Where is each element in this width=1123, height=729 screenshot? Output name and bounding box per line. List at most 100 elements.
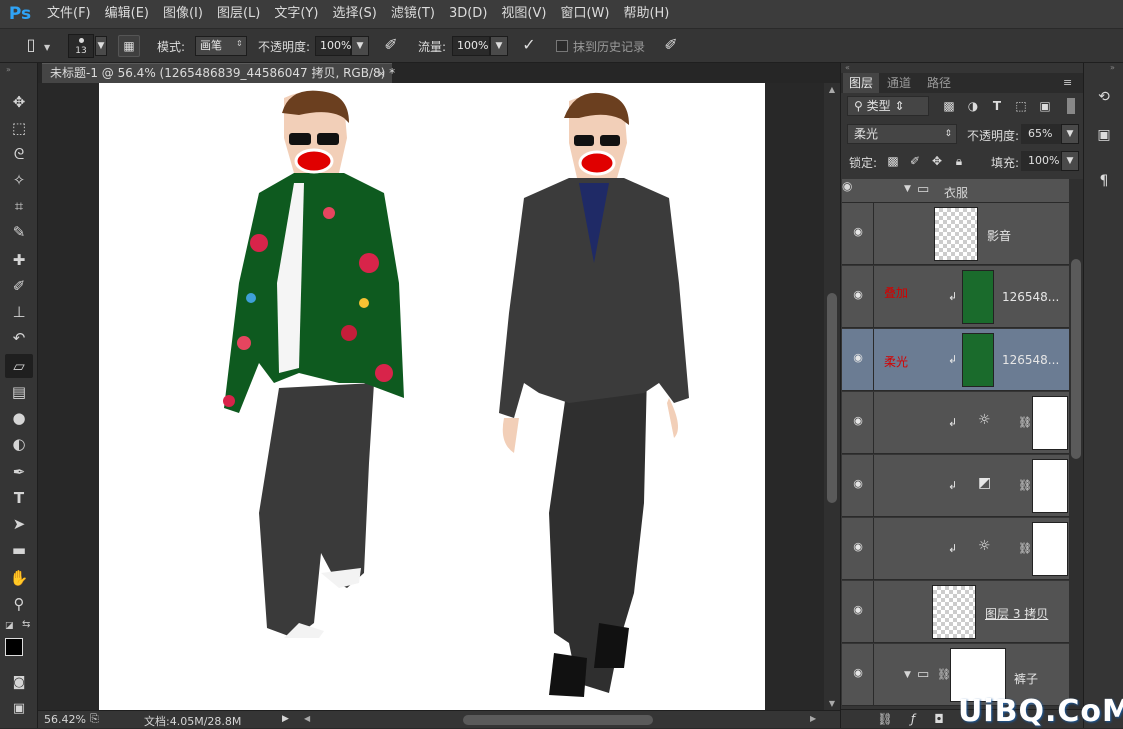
flow-input[interactable]: 100%: [452, 36, 490, 56]
type-tool-icon[interactable]: T: [5, 486, 33, 510]
filter-shape-icon[interactable]: ⬚: [1013, 98, 1029, 114]
zoom-level[interactable]: 56.42%: [44, 713, 86, 726]
menu-image[interactable]: 图像(I): [156, 0, 210, 28]
visibility-eye-icon[interactable]: ◉: [851, 415, 865, 426]
tool-preset-dropdown-icon[interactable]: ▼: [44, 43, 50, 52]
filter-type-icon[interactable]: T: [989, 98, 1005, 114]
blend-mode-select[interactable]: 柔光 ⇕: [847, 124, 957, 144]
marquee-tool-icon[interactable]: ⬚: [5, 116, 33, 140]
vertical-scroll-thumb[interactable]: [827, 293, 837, 503]
layers-scrollbar[interactable]: [1069, 179, 1083, 709]
filter-smart-object-icon[interactable]: ▣: [1037, 98, 1053, 114]
layer-row[interactable]: ◉ ↲ ◩ ⛓: [842, 455, 1069, 517]
status-menu-arrow-icon[interactable]: ▶: [282, 714, 289, 724]
dodge-tool-icon[interactable]: ◐: [5, 432, 33, 456]
menu-3d[interactable]: 3D(D): [442, 0, 494, 28]
flow-dropdown[interactable]: ▼: [490, 36, 508, 56]
tab-layers[interactable]: 图层: [843, 73, 880, 93]
filter-toggle[interactable]: [1067, 98, 1075, 114]
add-mask-icon[interactable]: ◘: [931, 711, 947, 727]
tab-paths[interactable]: 路径: [921, 73, 957, 93]
scroll-up-icon[interactable]: ▲: [824, 85, 840, 94]
zoom-tool-icon[interactable]: ⚲: [5, 592, 33, 616]
eraser-tool-preset-icon[interactable]: ▯: [20, 35, 42, 57]
menu-edit[interactable]: 编辑(E): [98, 0, 156, 28]
lock-transparent-icon[interactable]: ▩: [885, 153, 901, 169]
visibility-eye-icon[interactable]: ◉: [842, 179, 852, 193]
menu-file[interactable]: 文件(F): [40, 0, 98, 28]
lock-position-icon[interactable]: ✥: [929, 153, 945, 169]
scroll-down-icon[interactable]: ▼: [824, 699, 840, 708]
gradient-tool-icon[interactable]: ▤: [5, 380, 33, 404]
character-panel-icon[interactable]: ¶: [1094, 171, 1114, 191]
magic-wand-tool-icon[interactable]: ✧: [5, 168, 33, 192]
tab-channels[interactable]: 通道: [881, 73, 917, 93]
scroll-left-icon[interactable]: ◀: [304, 714, 310, 723]
quick-mask-icon[interactable]: ◙: [5, 671, 33, 695]
visibility-eye-icon[interactable]: ◉: [851, 541, 865, 552]
menu-window[interactable]: 窗口(W): [553, 0, 616, 28]
close-tab-icon[interactable]: ×: [377, 64, 386, 83]
fill-dropdown[interactable]: ▼: [1061, 151, 1079, 171]
screen-mode-icon[interactable]: ▣: [5, 697, 33, 721]
brush-picker-dropdown[interactable]: ▼: [95, 36, 107, 56]
opacity-dropdown[interactable]: ▼: [351, 36, 369, 56]
group-expand-icon[interactable]: ▼: [904, 670, 911, 680]
toolbox-collapse-icon[interactable]: »: [6, 65, 11, 74]
pen-tool-icon[interactable]: ✒: [5, 460, 33, 484]
panel-collapse-icon[interactable]: «: [845, 63, 850, 72]
properties-panel-icon[interactable]: ▣: [1094, 125, 1114, 145]
layer-row[interactable]: ◉ ↲ ☼ ⛓: [842, 392, 1069, 454]
menu-select[interactable]: 选择(S): [325, 0, 383, 28]
layer-opacity-dropdown[interactable]: ▼: [1061, 124, 1079, 144]
filter-kind-select[interactable]: ⚲ 类型 ⇕: [847, 96, 929, 116]
layer-row[interactable]: ◉ 叠加 ↲ 126548...: [842, 266, 1069, 328]
lock-image-icon[interactable]: ✐: [907, 153, 923, 169]
filter-pixel-icon[interactable]: ▩: [941, 98, 957, 114]
rectangle-tool-icon[interactable]: ▬: [5, 538, 33, 562]
default-colors-icon[interactable]: ◪: [5, 621, 14, 631]
layer-group-clothes[interactable]: ◉ ▼ ▭ 衣服: [842, 179, 1069, 203]
mask-link-icon[interactable]: ⛓: [1018, 542, 1032, 555]
visibility-eye-icon[interactable]: ◉: [851, 667, 865, 678]
layer-opacity-input[interactable]: 65%: [1021, 124, 1061, 144]
menu-view[interactable]: 视图(V): [494, 0, 553, 28]
filter-adjustment-icon[interactable]: ◑: [965, 98, 981, 114]
link-layers-icon[interactable]: ⛓: [877, 711, 893, 727]
menu-help[interactable]: 帮助(H): [616, 0, 676, 28]
canvas-vertical-scrollbar[interactable]: ▲ ▼: [824, 83, 840, 710]
horizontal-scroll-thumb[interactable]: [463, 715, 653, 725]
pressure-opacity-icon[interactable]: ✐: [380, 35, 402, 57]
panel-menu-icon[interactable]: ≡: [1063, 76, 1072, 89]
eyedropper-tool-icon[interactable]: ✎: [5, 220, 33, 244]
dock-collapse-icon[interactable]: »: [1110, 63, 1115, 72]
lock-all-icon[interactable]: 🔒︎: [951, 153, 967, 169]
hand-tool-icon[interactable]: ✋: [5, 566, 33, 590]
layer-row-selected[interactable]: ◉ 柔光 ↲ 126548...: [842, 329, 1069, 391]
layer-row[interactable]: ◉ 影音: [842, 203, 1069, 265]
path-selection-tool-icon[interactable]: ➤: [5, 512, 33, 536]
brush-panel-toggle-icon[interactable]: ▦: [118, 35, 140, 57]
healing-brush-tool-icon[interactable]: ✚: [5, 248, 33, 272]
layer-row[interactable]: ◉ 图层 3 拷贝: [842, 581, 1069, 643]
mask-link-icon[interactable]: ⛓: [1018, 479, 1032, 492]
layer-style-icon[interactable]: ƒ: [905, 711, 921, 727]
mask-link-icon[interactable]: ⛓: [1018, 416, 1032, 429]
visibility-eye-icon[interactable]: ◉: [851, 478, 865, 489]
document-tab[interactable]: 未标题-1 @ 56.4% (1265486839_44586047 拷贝, R…: [42, 63, 395, 83]
share-icon[interactable]: ⎘: [90, 712, 99, 726]
crop-tool-icon[interactable]: ⌗: [5, 194, 33, 218]
visibility-eye-icon[interactable]: ◉: [851, 289, 865, 300]
move-tool-icon[interactable]: ✥: [5, 90, 33, 114]
layer-row[interactable]: ◉ ↲ ☼ ⛓: [842, 518, 1069, 580]
menu-type[interactable]: 文字(Y): [267, 0, 325, 28]
visibility-eye-icon[interactable]: ◉: [851, 226, 865, 237]
visibility-eye-icon[interactable]: ◉: [851, 352, 865, 363]
layers-scroll-thumb[interactable]: [1071, 259, 1081, 459]
history-brush-tool-icon[interactable]: ↶: [5, 326, 33, 350]
eraser-tool-icon[interactable]: ▱: [5, 354, 33, 378]
brush-tool-icon[interactable]: ✐: [5, 274, 33, 298]
history-panel-icon[interactable]: ⟲: [1094, 87, 1114, 107]
document-canvas[interactable]: [99, 83, 765, 710]
clone-stamp-tool-icon[interactable]: ⊥: [5, 300, 33, 324]
